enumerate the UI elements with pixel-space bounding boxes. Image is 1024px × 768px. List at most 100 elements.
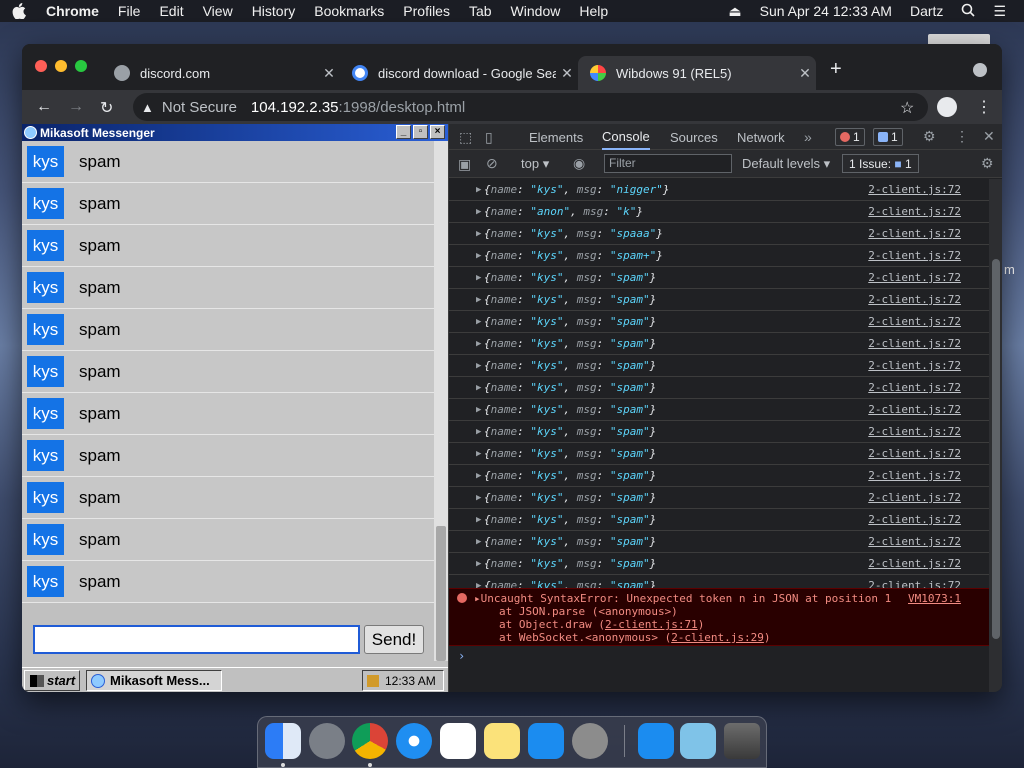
expand-arrow-icon[interactable]: ▶: [476, 427, 481, 437]
expand-arrow-icon[interactable]: ▶: [476, 405, 481, 415]
console-filter-input[interactable]: Filter: [604, 154, 732, 173]
close-tab-icon[interactable]: ✕: [556, 65, 578, 82]
expand-arrow-icon[interactable]: ▶: [476, 493, 481, 503]
tab-wibdows-91[interactable]: Wibdows 91 (REL5) ✕: [578, 56, 816, 90]
tray-key-icon[interactable]: [367, 674, 379, 687]
notes-icon[interactable]: [484, 723, 520, 759]
minimize-icon[interactable]: _: [396, 125, 411, 139]
log-source-link[interactable]: 2-client.js:72: [868, 293, 961, 306]
close-tab-icon[interactable]: ✕: [794, 65, 816, 82]
expand-arrow-icon[interactable]: ▶: [476, 361, 481, 371]
trash-icon[interactable]: [724, 723, 760, 759]
devtools-tab-elements[interactable]: Elements: [529, 124, 583, 150]
devtools-tab-sources[interactable]: Sources: [670, 124, 718, 150]
message-count-badge[interactable]: 1: [873, 128, 903, 146]
console-log-entry[interactable]: ▶ {name: "kys", msg: "spam"} 2-client.js:7…: [449, 487, 989, 509]
expand-arrow-icon[interactable]: ▶: [476, 229, 481, 239]
expand-arrow-icon[interactable]: ▶: [476, 295, 481, 305]
chat-input[interactable]: [33, 625, 360, 654]
scrollbar-thumb[interactable]: [992, 259, 1000, 639]
back-arrow-icon[interactable]: ←: [36, 98, 52, 116]
close-tab-icon[interactable]: ✕: [318, 65, 340, 82]
console-log-entry[interactable]: ▶ {name: "kys", msg: "spam"} 2-client.js:7…: [449, 465, 989, 487]
expand-arrow-icon[interactable]: ▶: [476, 383, 481, 393]
expand-arrow-icon[interactable]: ▶: [476, 559, 481, 569]
console-scrollbar[interactable]: [989, 179, 1002, 692]
expand-arrow-icon[interactable]: ▶: [476, 317, 481, 327]
console-settings-gear-icon[interactable]: ⚙: [981, 155, 994, 172]
safari-icon[interactable]: [396, 723, 432, 759]
console-log-entry[interactable]: ▶ {name: "kys", msg: "nigger"} 2-client.js…: [449, 179, 989, 201]
restore-icon[interactable]: ▫: [413, 125, 428, 139]
menu-app-chrome[interactable]: Chrome: [46, 3, 99, 19]
menu-tab[interactable]: Tab: [469, 3, 492, 19]
menu-edit[interactable]: Edit: [159, 3, 183, 19]
send-button[interactable]: Send!: [364, 625, 424, 654]
log-source-link[interactable]: 2-client.js:72: [868, 359, 961, 372]
live-expression-eye-icon[interactable]: ◉: [573, 155, 585, 172]
app-store-downloads-icon[interactable]: [638, 723, 674, 759]
console-log-entry[interactable]: ▶ {name: "kys", msg: "spam"} 2-client.js:7…: [449, 311, 989, 333]
expand-arrow-icon[interactable]: ▶: [476, 515, 481, 525]
console-log-entry[interactable]: ▶ {name: "kys", msg: "spam"} 2-client.js:7…: [449, 443, 989, 465]
system-preferences-icon[interactable]: [572, 723, 608, 759]
menu-user[interactable]: Dartz: [910, 3, 943, 19]
expand-arrow-icon[interactable]: ▶: [476, 185, 481, 195]
eject-icon[interactable]: ⏏: [728, 3, 741, 20]
finder-icon[interactable]: [265, 723, 301, 759]
console-log-entry[interactable]: ▶ {name: "kys", msg: "spam+"} 2-client.js:…: [449, 245, 989, 267]
log-source-link[interactable]: 2-client.js:72: [868, 205, 961, 218]
log-source-link[interactable]: 2-client.js:72: [868, 469, 961, 482]
expand-arrow-icon[interactable]: ▶: [476, 207, 481, 217]
app-store-icon[interactable]: [528, 723, 564, 759]
menu-clock[interactable]: Sun Apr 24 12:33 AM: [760, 3, 892, 19]
log-source-link[interactable]: 2-client.js:72: [868, 557, 961, 570]
console-log-entry[interactable]: ▶ {name: "kys", msg: "spam"} 2-client.js:7…: [449, 531, 989, 553]
inspect-element-icon[interactable]: ⬚: [459, 129, 472, 146]
menu-file[interactable]: File: [118, 3, 141, 19]
minimize-window-button[interactable]: [55, 60, 67, 72]
close-window-button[interactable]: [35, 60, 47, 72]
sidebar-toggle-icon[interactable]: ▣: [458, 156, 471, 173]
maximize-window-button[interactable]: [75, 60, 87, 72]
scrollbar-thumb[interactable]: [436, 526, 446, 661]
console-log-entry[interactable]: ▶ {name: "kys", msg: "spam"} 2-client.js:7…: [449, 289, 989, 311]
security-label[interactable]: Not Secure: [162, 99, 237, 116]
log-source-link[interactable]: 2-client.js:72: [868, 337, 961, 350]
devtools-menu-icon[interactable]: ⋮: [955, 128, 969, 145]
menu-view[interactable]: View: [203, 3, 233, 19]
log-levels-dropdown[interactable]: Default levels ▾: [742, 156, 830, 172]
address-bar[interactable]: ▲ Not Secure 104.192.2.35:1998/desktop.h…: [133, 93, 928, 121]
control-center-icon[interactable]: ☰: [993, 3, 1006, 20]
reload-icon[interactable]: ↻: [100, 98, 113, 118]
expand-arrow-icon[interactable]: ▶: [476, 471, 481, 481]
launchpad-icon[interactable]: [309, 723, 345, 759]
expand-arrow-icon[interactable]: ▶: [476, 449, 481, 459]
console-error[interactable]: ▸Uncaught SyntaxError: Unexpected token …: [449, 588, 989, 646]
console-output[interactable]: ▶ {name: "kys", msg: "nigger"} 2-client.js…: [449, 179, 989, 692]
console-log-entry[interactable]: ▶ {name: "kys", msg: "spam"} 2-client.js:7…: [449, 509, 989, 531]
error-count-badge[interactable]: 1: [835, 128, 865, 146]
downloads-folder-icon[interactable]: [680, 723, 716, 759]
tab-search-chevron-icon[interactable]: [973, 63, 987, 77]
devtools-tab-network[interactable]: Network: [737, 124, 785, 150]
new-tab-button[interactable]: +: [830, 58, 842, 81]
forward-arrow-icon[interactable]: →: [68, 98, 84, 116]
calendar-icon[interactable]: [440, 723, 476, 759]
expand-arrow-icon[interactable]: ▶: [476, 339, 481, 349]
stack-link[interactable]: 2-client.js:29: [671, 631, 764, 644]
console-log-entry[interactable]: ▶ {name: "kys", msg: "spam"} 2-client.js:7…: [449, 355, 989, 377]
console-log-entry[interactable]: ▶ {name: "kys", msg: "spam"} 2-client.js:7…: [449, 333, 989, 355]
menu-help[interactable]: Help: [579, 3, 608, 19]
console-log-entry[interactable]: ▶ {name: "kys", msg: "spam"} 2-client.js:7…: [449, 421, 989, 443]
console-log-entry[interactable]: ▶ {name: "kys", msg: "spam"} 2-client.js:7…: [449, 377, 989, 399]
expand-arrow-icon[interactable]: ▶: [476, 251, 481, 261]
log-source-link[interactable]: 2-client.js:72: [868, 447, 961, 460]
log-source-link[interactable]: 2-client.js:72: [868, 315, 961, 328]
apple-icon[interactable]: [12, 3, 26, 19]
log-source-link[interactable]: 2-client.js:72: [868, 227, 961, 240]
message-list[interactable]: kys spam kys spam kys spam kys spam kys spam kys sp…: [22, 141, 434, 611]
expand-arrow-icon[interactable]: ▶: [476, 537, 481, 547]
console-log-entry[interactable]: ▶ {name: "kys", msg: "spaaa"} 2-client.js:…: [449, 223, 989, 245]
close-devtools-icon[interactable]: ✕: [983, 128, 995, 145]
